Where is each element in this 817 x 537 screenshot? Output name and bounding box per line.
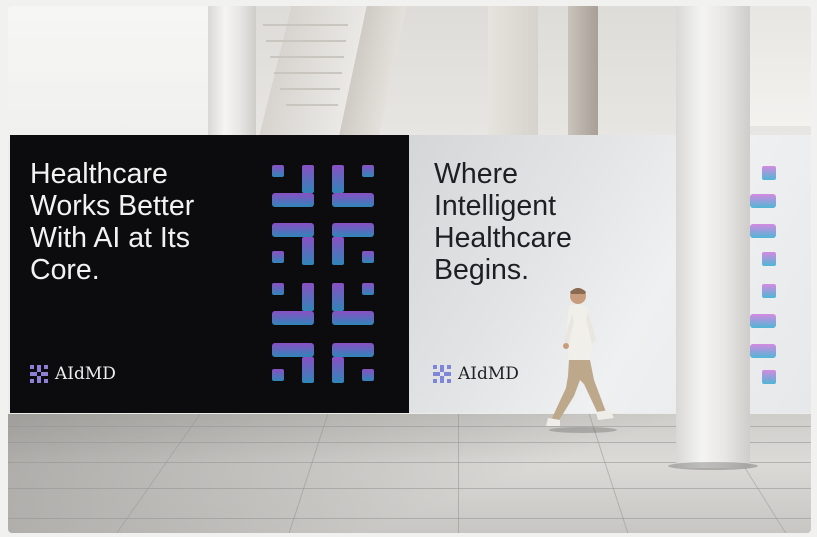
floor-tile-line [8, 518, 811, 519]
canopy-slat [274, 72, 342, 74]
canopy-slat [270, 56, 344, 58]
billboard-dark-headline: Healthcare Works Better With AI at Its C… [30, 158, 195, 286]
canopy-slat [286, 104, 338, 106]
floor-tile-line [8, 488, 811, 489]
canopy-slat [266, 40, 346, 42]
aidmd-logo-icon [433, 365, 451, 383]
column-base-shadow [668, 462, 758, 470]
concrete-column-front [676, 6, 750, 468]
walking-person-figure [546, 288, 617, 433]
brand-name: AIdMD [458, 364, 519, 384]
canopy-slat [280, 88, 340, 90]
brand-logo-light: AIdMD [433, 364, 519, 384]
canopy-beam [568, 6, 598, 141]
concrete-column-back [208, 6, 256, 141]
brand-name: AIdMD [55, 364, 116, 384]
ai-pattern-strip [750, 166, 776, 384]
canopy-slat [263, 24, 348, 26]
ai-pattern-graphic [272, 165, 374, 383]
aidmd-logo-icon [30, 365, 48, 383]
floor-tile-line [458, 414, 459, 533]
brand-logo-dark: AIdMD [30, 364, 116, 384]
billboard-scene: Healthcare Works Better With AI at Its C… [8, 6, 811, 533]
canopy-beam [488, 6, 538, 141]
billboard-light-headline: Where Intelligent Healthcare Begins. [434, 158, 572, 286]
